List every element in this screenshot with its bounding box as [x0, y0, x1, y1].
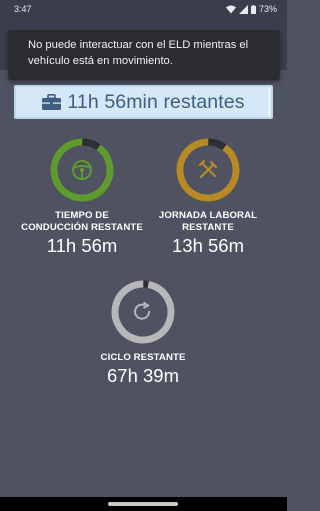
battery-icon — [250, 4, 256, 14]
toast-text: No puede interactuar con el ELD mientras… — [28, 39, 249, 67]
cycle-gauge: CICLO RESTANTE 67h 39m — [78, 277, 208, 387]
refresh-icon — [134, 301, 151, 320]
driving-label-line2: CONDUCCIÓN RESTANTE — [21, 222, 143, 233]
home-handle[interactable] — [108, 502, 178, 506]
wifi-icon — [225, 5, 236, 13]
hours-remaining-text: 11h 56min restantes — [67, 90, 245, 113]
status-time: 3:47 — [14, 4, 32, 14]
battery-level: 73% — [258, 4, 277, 14]
workday-label-line1: JORNADA LABORAL — [158, 210, 258, 221]
driving-time-gauge: TIEMPO DE CONDUCCIÓN RESTANTE 11h 56m — [17, 135, 147, 257]
status-bar: 3:47 73% — [0, 0, 287, 18]
workday-gauge-ring — [176, 138, 240, 202]
signal-icon — [238, 4, 248, 14]
cycle-label-line1: CICLO RESTANTE — [100, 352, 186, 363]
briefcase-icon — [42, 94, 62, 110]
hours-remaining-banner: 11h 56min restantes — [14, 85, 273, 119]
driving-time-value: 11h 56m — [46, 235, 118, 256]
tools-icon — [198, 159, 218, 179]
navigation-bar — [0, 497, 287, 511]
cycle-gauge-ring — [111, 280, 175, 344]
workday-label-line2: RESTANTE — [182, 222, 234, 233]
cycle-value: 67h 39m — [107, 365, 179, 386]
workday-value: 13h 56m — [172, 235, 244, 256]
status-icons: 73% — [225, 4, 277, 14]
driving-label-line1: TIEMPO DE — [55, 210, 109, 221]
toast-message: No puede interactuar con el ELD mientras… — [8, 30, 280, 80]
driving-gauge-ring — [50, 138, 114, 202]
steering-wheel-icon — [72, 160, 92, 180]
workday-gauge: JORNADA LABORAL RESTANTE 13h 56m — [143, 135, 273, 257]
